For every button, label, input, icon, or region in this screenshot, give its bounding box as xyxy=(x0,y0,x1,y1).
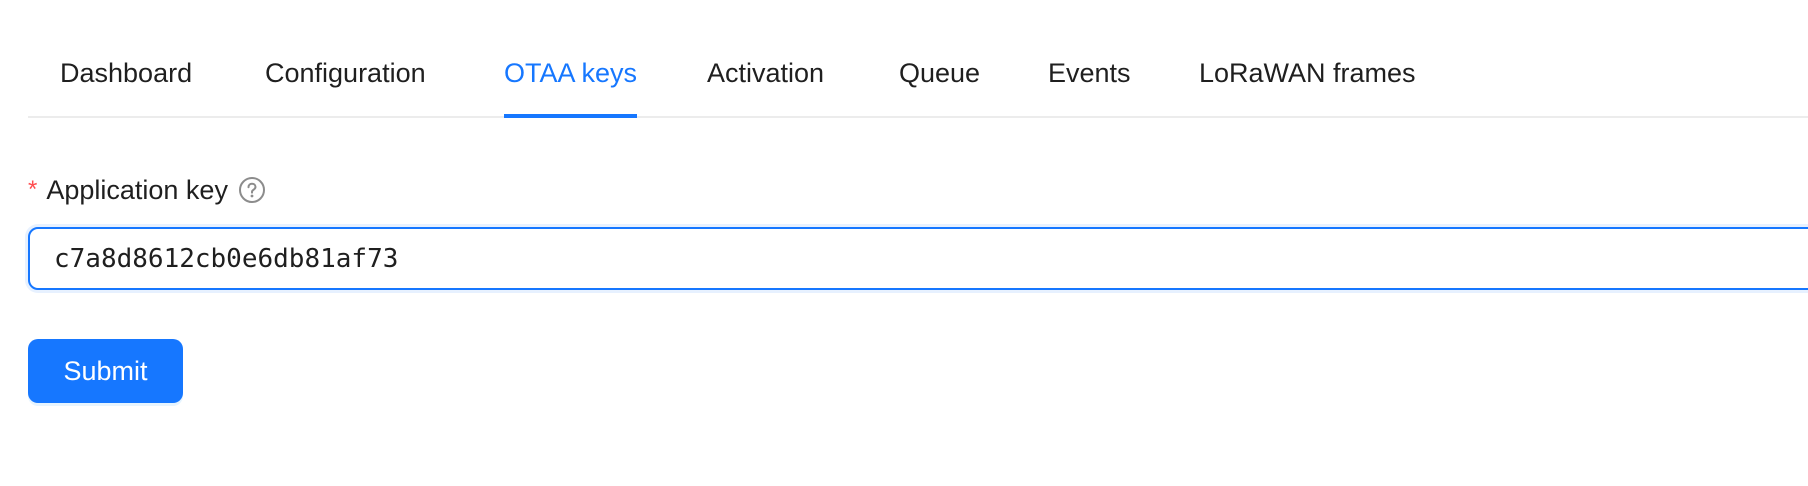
tab-events[interactable]: Events xyxy=(1048,36,1131,116)
tab-activation[interactable]: Activation xyxy=(707,36,824,116)
tab-configuration[interactable]: Configuration xyxy=(265,36,426,116)
tab-lorawan-frames[interactable]: LoRaWAN frames xyxy=(1199,36,1416,116)
tab-queue[interactable]: Queue xyxy=(899,36,980,116)
submit-button[interactable]: Submit xyxy=(28,339,183,403)
application-key-input[interactable] xyxy=(30,229,1808,288)
application-key-label-text: Application key xyxy=(46,174,228,205)
device-keys-page: Dashboard Configuration OTAA keys Activa… xyxy=(0,0,1808,486)
required-mark: * xyxy=(28,176,38,203)
tab-dashboard[interactable]: Dashboard xyxy=(60,36,192,116)
tab-bar: Dashboard Configuration OTAA keys Activa… xyxy=(28,36,1808,118)
application-key-field[interactable] xyxy=(28,227,1808,290)
question-circle-icon[interactable] xyxy=(238,176,266,204)
tab-otaa-keys[interactable]: OTAA keys xyxy=(504,36,638,118)
application-key-label: * Application key xyxy=(28,170,266,210)
